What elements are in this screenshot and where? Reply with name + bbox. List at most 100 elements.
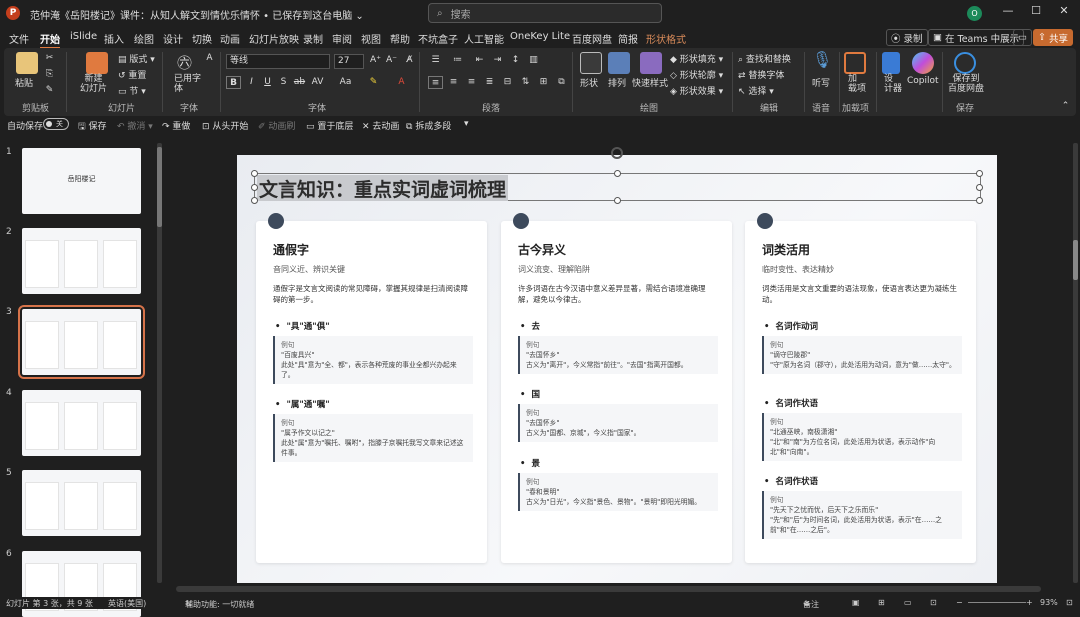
teams-present-button[interactable]: ▣ 在 Teams 中展示 <box>928 29 1025 46</box>
tab-review[interactable]: 审阅 <box>332 31 352 46</box>
animation-painter-button[interactable]: ✐ 动画刷 <box>258 119 295 132</box>
new-slide-label[interactable]: 新建 幻灯片 <box>80 74 107 94</box>
remove-animation-button[interactable]: ✕ 去动画 <box>362 119 399 132</box>
increase-indent-icon[interactable]: ⇥ <box>490 54 505 67</box>
tab-design[interactable]: 设计 <box>163 31 183 46</box>
tab-animations[interactable]: 动画 <box>220 31 240 46</box>
tab-brief[interactable]: 简报 <box>618 31 638 46</box>
card-cileihuoyong[interactable]: 词类活用 临时变性、表达精妙 词类活用是文言文重要的语法现象，使语言表达更为凝练… <box>745 213 976 563</box>
section-button[interactable]: ▭ 节 ▾ <box>118 84 146 97</box>
decrease-font-icon[interactable]: A⁻ <box>384 54 399 67</box>
font-color-icon[interactable]: A <box>394 76 409 89</box>
shapes-label[interactable]: 形状 <box>580 76 598 89</box>
zoom-in-icon[interactable]: + <box>1026 598 1033 607</box>
replace-font-button[interactable]: ⇄ 替换字体 <box>738 68 784 81</box>
numbering-icon[interactable]: ≔ <box>450 54 465 67</box>
save-button[interactable]: 🖫 保存 <box>78 119 107 135</box>
slide-thumbnail-2[interactable] <box>22 228 141 294</box>
shapes-icon[interactable] <box>580 52 602 74</box>
tab-view[interactable]: 视图 <box>361 31 381 46</box>
search-box[interactable]: ⌕ 搜索 <box>428 3 662 23</box>
split-button[interactable]: ⧉ 拆成多段 <box>406 119 451 132</box>
align-text-icon[interactable]: ⊞ <box>536 76 551 89</box>
undo-button[interactable]: ↶ 撤消 ▾ <box>117 119 153 132</box>
used-font-label[interactable]: 已用字 体 <box>174 74 201 94</box>
resize-handle[interactable] <box>976 170 983 177</box>
columns-icon[interactable]: ▥ <box>526 54 541 67</box>
horizontal-scrollbar[interactable] <box>176 586 1041 592</box>
font-size-select[interactable]: 27 <box>334 54 364 69</box>
tab-bukeng[interactable]: 不坑盒子 <box>418 31 458 46</box>
card-tongjiazi[interactable]: 通假字 音同义近、辨识关键 通假字是文言文阅读的常见障碍，掌握其规律是扫清阅读障… <box>256 213 487 563</box>
align-center-icon[interactable]: ≡ <box>446 76 461 89</box>
strikethrough-icon[interactable]: ab <box>292 76 307 89</box>
justify-icon[interactable]: ≣ <box>482 76 497 89</box>
bold-icon[interactable]: B <box>226 76 241 89</box>
vertical-scroll-handle[interactable] <box>1073 240 1078 280</box>
reading-view-icon[interactable]: ▭ <box>904 598 912 607</box>
increase-font-icon[interactable]: A⁺ <box>368 54 383 67</box>
slide-3[interactable]: 文言知识：重点实词虚词梳理 通假字 音同义近、辨识关键 通假字是文言文阅读的常见… <box>237 147 997 583</box>
tab-shape-format[interactable]: 形状格式 <box>646 31 686 46</box>
vertical-scrollbar[interactable] <box>1073 143 1078 583</box>
resize-handle[interactable] <box>614 170 621 177</box>
tab-home[interactable]: 开始 <box>40 31 60 49</box>
zoom-out-icon[interactable]: − <box>956 598 963 607</box>
dictate-label[interactable]: 听写 <box>812 76 830 89</box>
tab-insert[interactable]: 插入 <box>104 31 124 46</box>
designer-label[interactable]: 设 计器 <box>884 74 902 94</box>
copilot-label[interactable]: Copilot <box>907 76 939 86</box>
copy-icon[interactable]: ⎘ <box>42 68 57 81</box>
customize-qat-icon[interactable]: ▾ <box>464 119 469 129</box>
tab-baidu[interactable]: 百度网盘 <box>572 31 612 46</box>
highlight-icon[interactable]: ✎ <box>366 76 381 89</box>
align-right-icon[interactable]: ≡ <box>464 76 479 89</box>
shadow-icon[interactable]: S <box>276 76 291 89</box>
card-gujinyiyi[interactable]: 古今异义 词义流变、理解陷阱 许多词语在古今汉语中意义差异显著，需结合语境准确理… <box>501 213 732 563</box>
tab-record[interactable]: 录制 <box>303 31 323 46</box>
tab-file[interactable]: 文件 <box>9 31 29 46</box>
slide-thumbnail-4[interactable] <box>22 390 141 456</box>
tab-draw[interactable]: 绘图 <box>134 31 154 46</box>
resize-handle[interactable] <box>251 184 258 191</box>
addins-icon[interactable] <box>844 52 866 74</box>
close-button[interactable]: ✕ <box>1054 4 1074 22</box>
resize-handle[interactable] <box>614 197 621 204</box>
resize-handle[interactable] <box>976 184 983 191</box>
comment-button[interactable]: ▭ <box>1013 29 1032 46</box>
microphone-icon[interactable]: 🎙 <box>812 50 832 69</box>
reset-button[interactable]: ↺ 重置 <box>118 68 146 81</box>
shape-outline-button[interactable]: ◇ 形状轮廓 ▾ <box>670 68 723 81</box>
redo-button[interactable]: ↷ 重做 <box>162 119 190 132</box>
shape-effect-button[interactable]: ◈ 形状效果 ▾ <box>670 84 723 97</box>
record-button[interactable]: ⦿ 录制 <box>886 29 928 46</box>
collapse-ribbon-icon[interactable]: ⌃ <box>1058 100 1073 113</box>
arrange-icon[interactable] <box>608 52 630 74</box>
send-back-button[interactable]: ▭ 置于底层 <box>306 119 353 132</box>
bullets-icon[interactable]: ☰ <box>428 54 443 67</box>
tab-ai[interactable]: 人工智能 <box>464 31 504 46</box>
copilot-icon[interactable] <box>912 52 934 74</box>
quick-styles-icon[interactable] <box>640 52 662 74</box>
tab-slideshow[interactable]: 幻灯片放映 <box>249 31 299 46</box>
tab-transitions[interactable]: 切换 <box>192 31 212 46</box>
tab-islide[interactable]: iSlide <box>70 31 97 42</box>
line-spacing-icon[interactable]: ↕ <box>508 54 523 67</box>
used-font-icon[interactable]: ㊅ <box>177 52 192 73</box>
designer-icon[interactable] <box>882 52 900 74</box>
rotate-handle-icon[interactable] <box>611 147 623 159</box>
shape-fill-button[interactable]: ◆ 形状填充 ▾ <box>670 52 723 65</box>
font-name-select[interactable]: 等线 <box>226 54 330 69</box>
slideshow-view-icon[interactable]: ⊡ <box>930 598 937 607</box>
slide-title[interactable]: 文言知识：重点实词虚词梳理 <box>257 175 509 201</box>
resize-handle[interactable] <box>251 197 258 204</box>
normal-view-icon[interactable]: ▣ <box>852 598 860 607</box>
smartart-icon[interactable]: ⧉ <box>554 76 569 89</box>
thumbnail-scroll-handle[interactable] <box>157 147 162 227</box>
baidu-cloud-icon[interactable] <box>954 52 976 74</box>
tab-onekey[interactable]: OneKey Lite <box>510 31 570 42</box>
find-replace-button[interactable]: ⌕ 查找和替换 <box>738 52 791 65</box>
tab-help[interactable]: 帮助 <box>390 31 410 46</box>
save-baidu-label[interactable]: 保存到 百度网盘 <box>948 74 984 94</box>
char-spacing-icon[interactable]: AV <box>310 76 325 89</box>
